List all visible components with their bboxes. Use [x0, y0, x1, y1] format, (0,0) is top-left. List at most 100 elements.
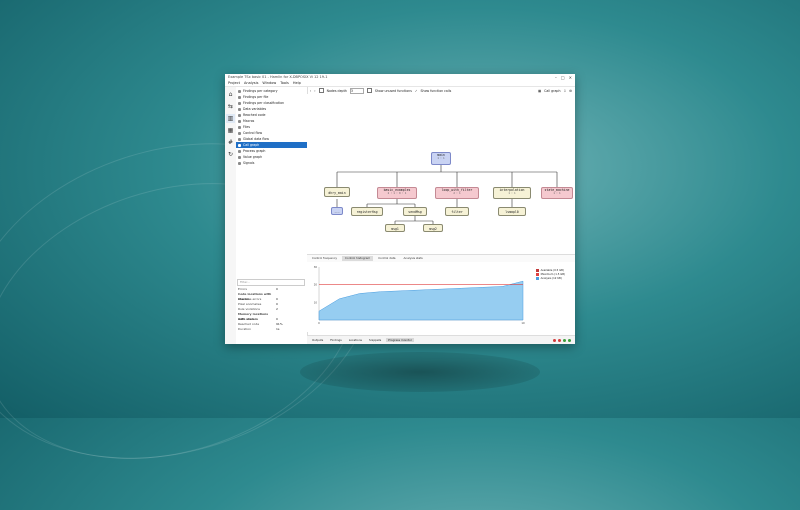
nav-item-icon — [238, 113, 241, 117]
bottom-tab[interactable]: Progress monitor — [386, 338, 414, 342]
hash-icon[interactable]: # — [226, 138, 235, 147]
graph-icon: ▦ — [538, 88, 542, 93]
x-tick-label: 0 — [318, 321, 320, 325]
nav-item-icon — [238, 125, 241, 129]
status-dot — [563, 339, 566, 342]
nav-item-icon — [238, 161, 241, 165]
graph-node-lsmapl0[interactable]: lsmapl0 — [498, 207, 526, 216]
graph-node-msg1[interactable]: msg1 — [385, 224, 405, 232]
bottom-tab-bar: Outputs Findings Locations Snippets Progress… — [307, 335, 575, 344]
filter-input[interactable]: Filter... — [237, 279, 305, 286]
status-indicators — [553, 339, 571, 342]
arrows-icon[interactable]: ⇆ — [226, 102, 235, 111]
grid-icon[interactable]: ▦ — [226, 126, 235, 135]
graph-node-send-msg[interactable]: sendMsg — [403, 207, 427, 216]
graph-node-collapsed[interactable]: ... — [331, 207, 343, 215]
graph-node-dhry-main[interactable]: dhry_main — [324, 187, 350, 197]
maximize-button[interactable]: □ — [561, 75, 565, 80]
memory-chart: 30 20 10 0 10 Available (0.5 GB) Maximum (1.… — [307, 262, 575, 332]
stat-value: 0 — [276, 287, 278, 291]
chart-icon[interactable]: ▥ — [226, 114, 235, 123]
nav-item-icon — [238, 95, 241, 99]
menu-tools[interactable]: Tools — [280, 81, 289, 85]
nav-item-label: Signals — [243, 161, 255, 165]
graph-node-loop-with-filter[interactable]: loop_with_filter 2 : 1 — [435, 187, 479, 199]
tab-control-frequency[interactable]: Control frequency — [309, 256, 340, 261]
tab-control-histogram[interactable]: Control histogram — [342, 256, 374, 261]
settings-icon[interactable]: ⚙ — [569, 89, 572, 93]
menu-bar: Project Analysis Window Tools Help — [225, 80, 575, 87]
menu-project[interactable]: Project — [228, 81, 240, 85]
forward-button[interactable]: › — [314, 89, 315, 93]
depth-value: 3 — [350, 88, 353, 93]
refresh-icon[interactable]: ↻ — [226, 150, 235, 159]
nav-item-icon — [238, 155, 241, 159]
graph-node-interpolation[interactable]: interpolation 1 : 1 — [493, 187, 531, 199]
menu-window[interactable]: Window — [262, 81, 276, 85]
nav-item-icon — [238, 107, 241, 111]
stat-label: Duration — [238, 327, 252, 331]
unused-functions-checkbox[interactable] — [366, 88, 372, 93]
graph-node-filter[interactable]: filter — [445, 207, 469, 216]
graph-node-state-machine[interactable]: state_machine 1 : 1 — [541, 187, 573, 199]
navigation-panel: Findings per category Findings per file Fi… — [236, 87, 308, 344]
tab-analysis-stats[interactable]: Analysis stats — [401, 256, 426, 261]
status-dot — [568, 339, 571, 342]
status-dot — [553, 339, 556, 342]
menu-help[interactable]: Help — [293, 81, 301, 85]
unused-functions-label: Show unused functions — [374, 88, 412, 93]
close-button[interactable]: ✕ — [569, 75, 572, 80]
series-area — [318, 280, 524, 321]
chart-legend: Available (0.5 GB) Maximum (1.5 GB) Anal… — [535, 268, 565, 280]
legend-swatch — [535, 268, 539, 272]
minimize-button[interactable]: – — [555, 75, 557, 80]
stat-value: 2 — [276, 307, 278, 311]
stat-row: Duration 1s — [236, 327, 307, 332]
back-button[interactable]: ‹ — [310, 89, 311, 93]
graph-node-main[interactable]: main 1 : 1 — [431, 152, 451, 165]
legend-swatch — [535, 276, 539, 280]
window-title: Example TSx basic 01 - Hamlin for X-DBPO… — [228, 75, 328, 79]
statistics-panel: Errors 0 Code locations with stamm Run time… — [236, 287, 307, 344]
nav-item-icon — [238, 137, 241, 141]
function-calls-label: Show function calls — [420, 88, 452, 93]
window-controls: – □ ✕ — [555, 75, 572, 80]
legend-item: Available (0.5 GB) — [535, 268, 565, 272]
depth-spinner[interactable]: 3 — [349, 87, 364, 94]
call-graph-button[interactable]: Call graph — [544, 89, 560, 93]
graph-node-msg2[interactable]: msg2 — [423, 224, 443, 232]
y-tick-label: 10 — [314, 300, 318, 304]
nav-item-icon — [238, 101, 241, 105]
bottom-tab[interactable]: Locations — [347, 338, 364, 342]
navigation-list: Findings per category Findings per file Fi… — [236, 87, 307, 167]
legend-item: Maximum (1.5 GB) — [535, 272, 565, 276]
window-body: ⌂ ⇆ ▥ ▦ # ↻ Findings per category Finding… — [225, 87, 575, 344]
nav-item-icon — [238, 149, 241, 153]
bottom-tab[interactable]: Snippets — [367, 338, 383, 342]
status-dot — [558, 339, 561, 342]
y-tick-label: 20 — [314, 283, 318, 287]
nav-item[interactable]: Signals — [236, 160, 307, 166]
bottom-tab[interactable]: Findings — [328, 338, 344, 342]
main-area: ‹ › Nodes depth 3 Show unused functions … — [307, 87, 575, 344]
call-graph-canvas: main 1 : 1 dhry_main basic_examples 2 : 1… — [307, 94, 575, 254]
depth-label: Nodes depth — [326, 88, 347, 93]
nav-item-icon — [238, 143, 241, 147]
nav-item-icon — [238, 119, 241, 123]
bottom-tab[interactable]: Outputs — [310, 338, 325, 342]
stat-value: 1s — [276, 327, 280, 331]
tab-control-data[interactable]: Control data — [375, 256, 398, 261]
x-tick-label: 10 — [521, 321, 525, 325]
home-icon[interactable]: ⌂ — [226, 90, 235, 99]
graph-node-basic-examples[interactable]: basic_examples 2 : 1 : 0 : 1 — [377, 187, 417, 199]
y-tick-label: 30 — [314, 265, 318, 269]
app-window: Example TSx basic 01 - Hamlin for X-DBPO… — [225, 74, 575, 344]
nav-item-icon — [238, 89, 241, 93]
menu-analysis[interactable]: Analysis — [244, 81, 258, 85]
export-icon[interactable]: ⇩ — [563, 89, 566, 93]
window-shadow — [300, 352, 540, 392]
check-icon: ✓ — [414, 88, 418, 93]
legend-swatch — [535, 272, 539, 276]
graph-node-register-msg[interactable]: registerHsg — [351, 207, 383, 216]
depth-checkbox[interactable] — [318, 88, 324, 93]
